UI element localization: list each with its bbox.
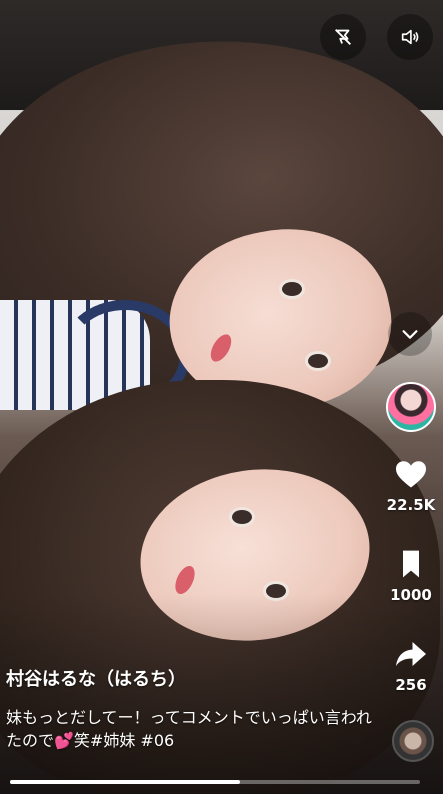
chevron-down-icon xyxy=(402,330,418,339)
author-name[interactable]: 村谷はるな（はるち） xyxy=(6,665,186,691)
music-disc[interactable] xyxy=(392,720,434,762)
like-button[interactable]: 22.5K xyxy=(381,456,441,514)
eye xyxy=(232,510,252,524)
author-avatar[interactable] xyxy=(386,382,436,432)
sound-button[interactable] xyxy=(387,14,433,60)
speaker-icon xyxy=(401,29,419,45)
share-icon xyxy=(396,642,426,666)
collapse-button[interactable] xyxy=(388,312,432,356)
like-count: 22.5K xyxy=(386,496,436,514)
save-button[interactable]: 1000 xyxy=(381,546,441,604)
save-count: 1000 xyxy=(390,586,432,604)
heart-icon xyxy=(396,461,426,488)
no-feed-icon xyxy=(335,29,351,45)
eye xyxy=(308,354,328,368)
video-progress-fill xyxy=(10,780,240,784)
eye xyxy=(282,282,302,296)
feed-mode-button[interactable] xyxy=(320,14,366,60)
share-count: 256 xyxy=(395,676,427,694)
share-button[interactable]: 256 xyxy=(381,636,441,694)
bottom-shade xyxy=(0,594,443,794)
post-caption[interactable]: 妹もっとだしてー！ってコメントでいっぱい言われたので💕笑#姉妹 #06 xyxy=(6,706,376,752)
bookmark-icon xyxy=(403,550,419,578)
video-progress[interactable] xyxy=(10,780,420,784)
